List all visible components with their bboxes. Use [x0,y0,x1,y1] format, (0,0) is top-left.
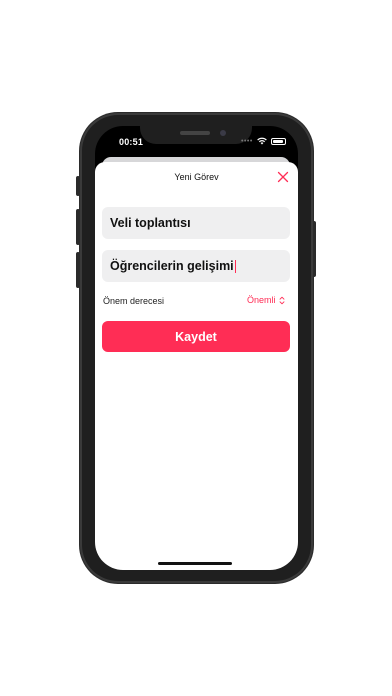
home-indicator [158,562,232,565]
task-title-field[interactable]: Veli toplantısı [102,207,290,239]
chevron-up-down-icon [279,296,284,304]
status-time: 00:51 [119,137,144,147]
signal-icon: •••• [241,137,253,145]
speaker [180,131,210,135]
task-note-value: Öğrencilerin gelişimi [110,259,234,273]
priority-picker[interactable]: Önemli [247,295,285,305]
priority-value: Önemli [247,295,276,305]
text-cursor [234,259,236,273]
front-camera [220,130,226,136]
status-icons: •••• [241,137,286,145]
close-icon[interactable] [277,171,289,183]
priority-label: Önem derecesi [103,296,165,306]
task-note-field[interactable]: Öğrencilerin gelişimi [102,250,290,282]
task-title-value: Veli toplantısı [110,216,191,230]
save-button[interactable]: Kaydet [102,321,290,352]
wifi-icon [257,137,267,145]
sheet-title: Yeni Görev [174,172,219,182]
battery-icon [270,137,286,145]
